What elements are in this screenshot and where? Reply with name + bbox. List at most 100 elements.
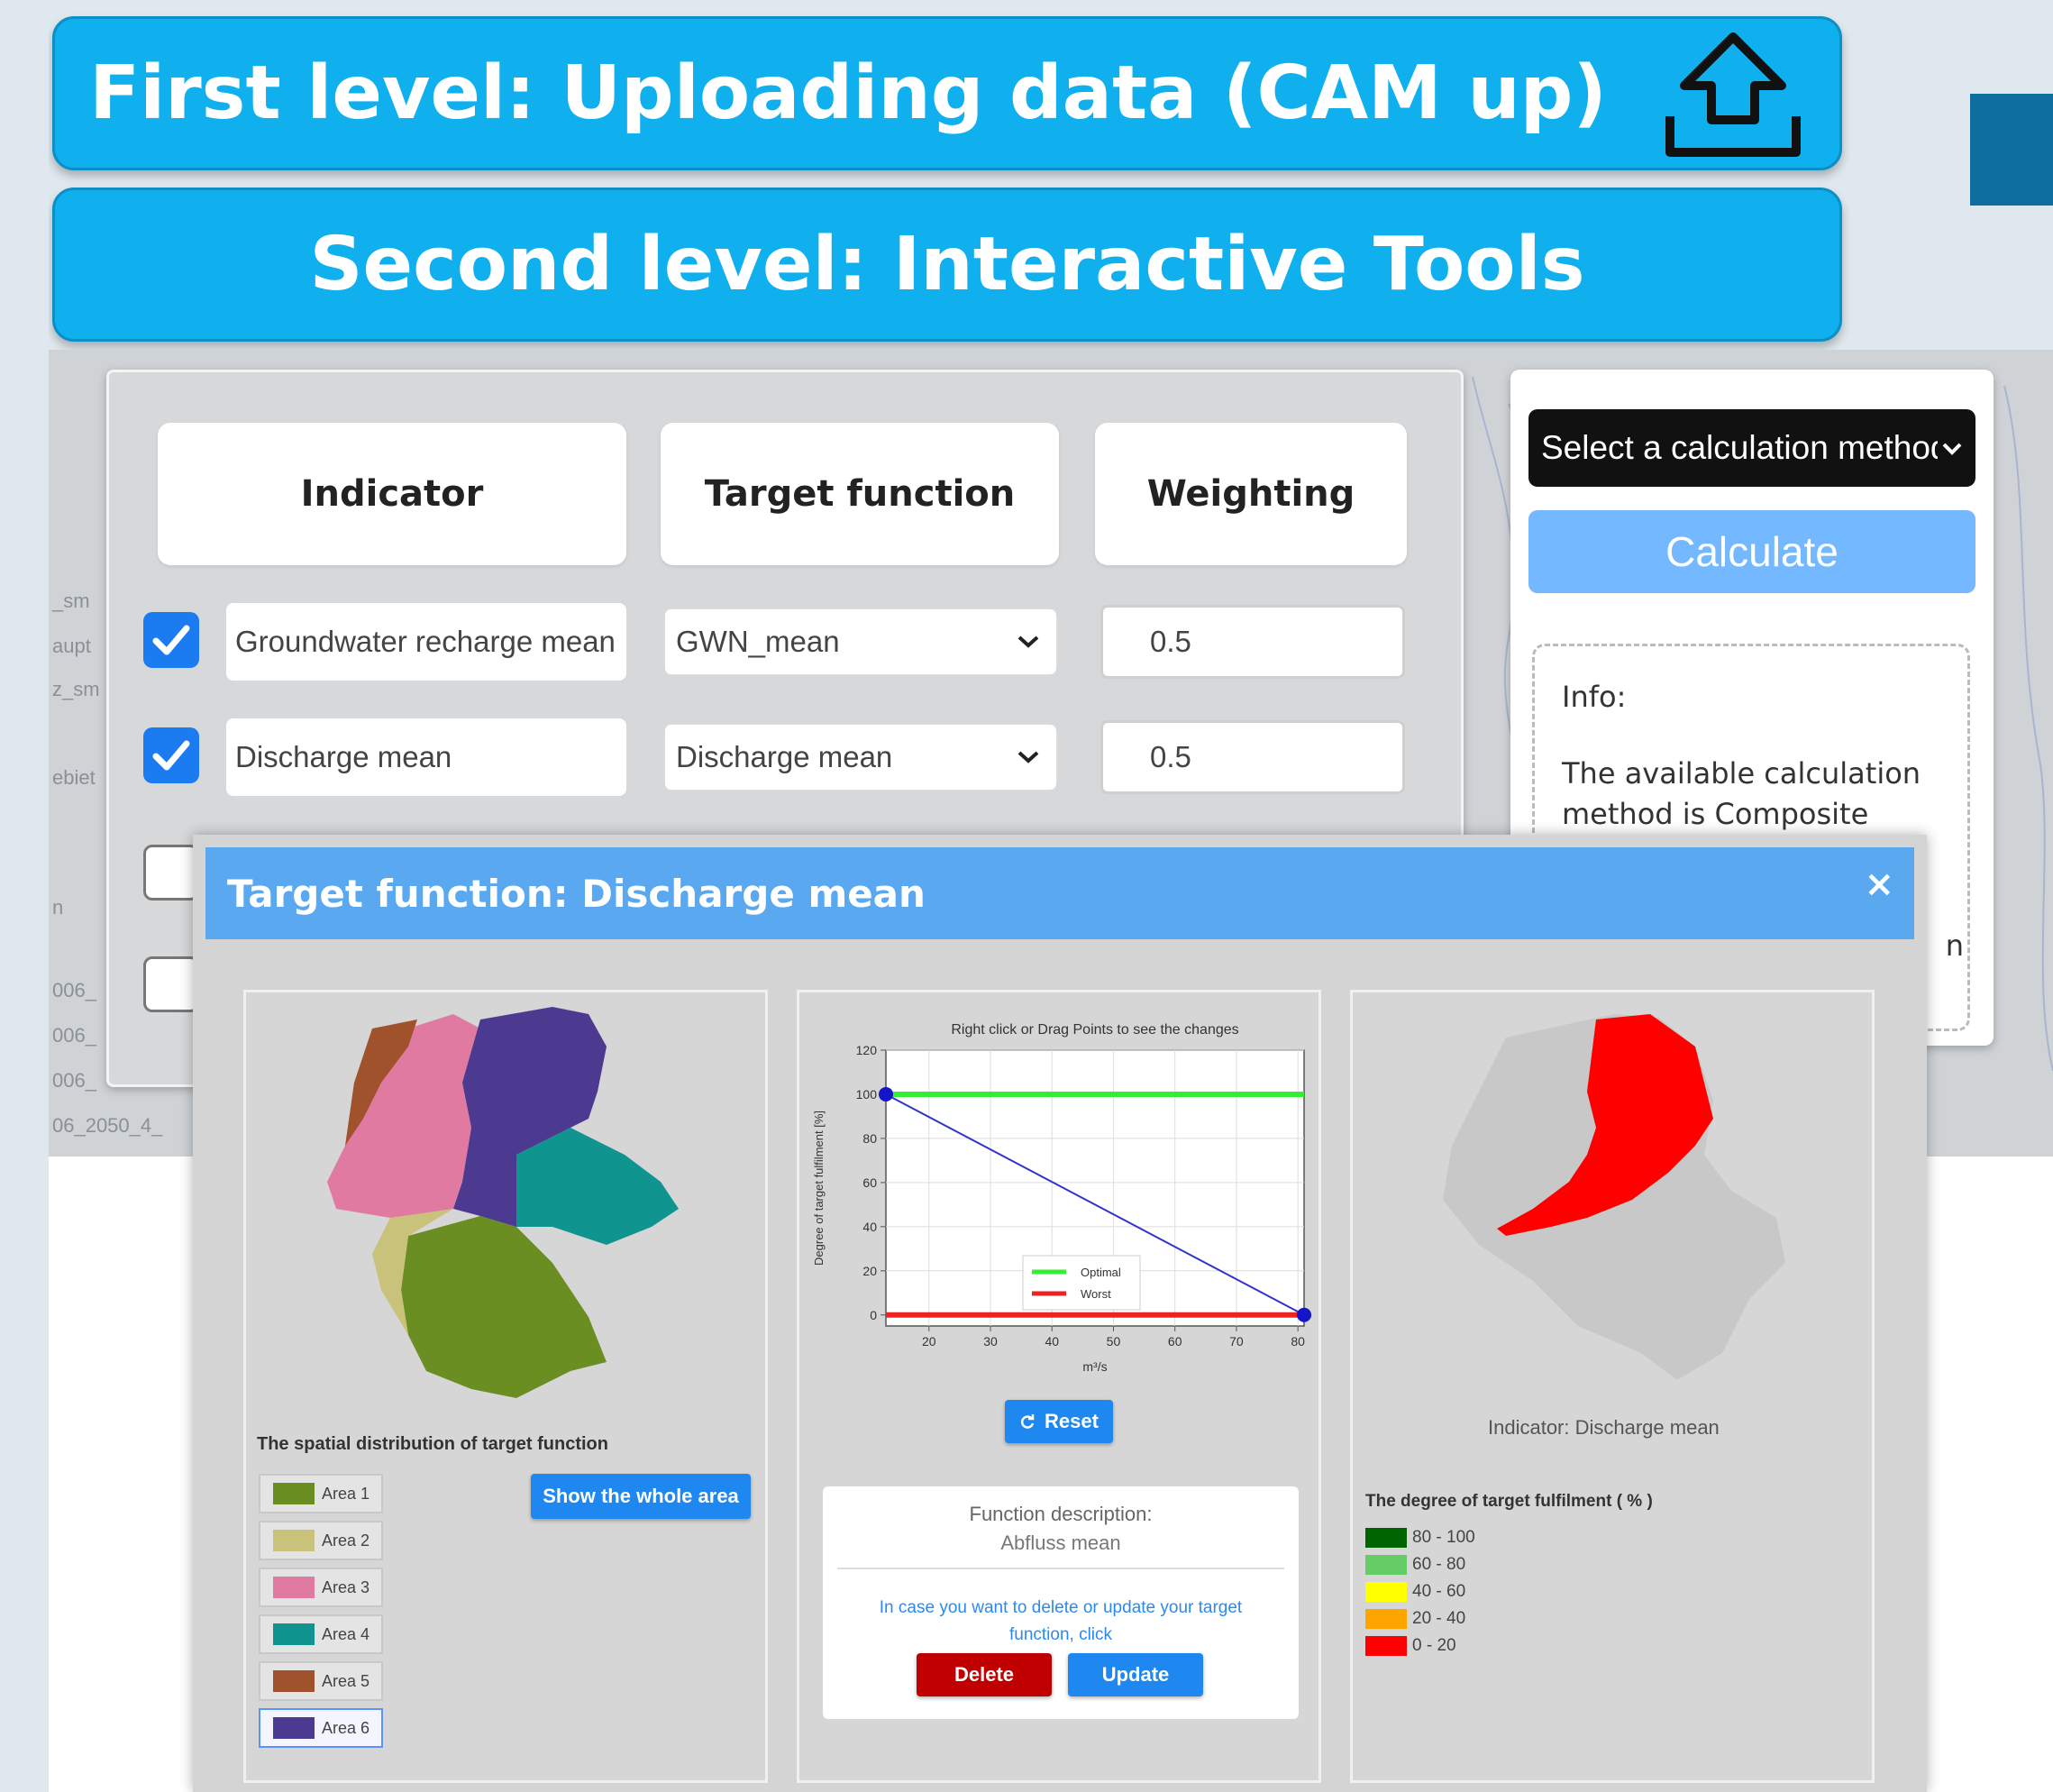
target-function-chart[interactable]: 20 30 40 50 60 70 80 0 20 40 60 80 100 120 Right click… xyxy=(799,992,1318,1371)
map-label: n xyxy=(52,896,64,919)
y-tick-label: 120 xyxy=(856,1043,878,1057)
refresh-icon xyxy=(1021,1414,1035,1429)
calculation-method-value: Select a calculation method xyxy=(1541,429,1938,466)
close-icon[interactable]: × xyxy=(1864,864,1894,905)
weighting-header: Weighting xyxy=(1095,423,1407,565)
legend-label: Area 1 xyxy=(322,1484,370,1503)
drag-point xyxy=(879,1086,893,1102)
legend-area-2[interactable]: Area 2 xyxy=(259,1521,383,1560)
target-function-chart-card: 20 30 40 50 60 70 80 0 20 40 60 80 100 120 Right click… xyxy=(797,990,1321,1783)
row1-target-value: GWN_mean xyxy=(676,625,840,658)
row2-weight-input[interactable]: 0.5 xyxy=(1100,720,1405,794)
row2-target-select[interactable]: Discharge mean xyxy=(664,724,1057,791)
function-description-value: Abfluss mean xyxy=(1000,1531,1121,1554)
second-level-title: Second level: Interactive Tools xyxy=(309,222,1585,307)
x-tick-label: 80 xyxy=(1291,1334,1305,1349)
y-tick-label: 100 xyxy=(856,1087,878,1102)
indicator-label: Indicator: Discharge mean xyxy=(1488,1416,1720,1439)
row1-target-select[interactable]: GWN_mean xyxy=(664,608,1057,675)
second-level-banner[interactable]: Second level: Interactive Tools xyxy=(52,187,1842,342)
y-tick-label: 60 xyxy=(862,1175,877,1190)
calculate-button[interactable]: Calculate xyxy=(1528,510,1975,593)
legend-area-1[interactable]: Area 1 xyxy=(259,1474,383,1513)
check-icon xyxy=(152,740,190,771)
first-level-banner[interactable]: First level: Uploading data (CAM up) xyxy=(52,16,1842,170)
upload-icon xyxy=(1665,32,1801,157)
fulfilment-legend-title: The degree of target fulfilment ( % ) xyxy=(1365,1492,1653,1511)
legend-swatch xyxy=(273,1623,315,1645)
legend-area-3[interactable]: Area 3 xyxy=(259,1568,383,1607)
x-tick-label: 30 xyxy=(983,1334,998,1349)
legend-label: 40 - 60 xyxy=(1412,1582,1466,1601)
legend-label: Area 2 xyxy=(322,1531,370,1550)
legend-swatch xyxy=(273,1670,315,1692)
legend-swatch xyxy=(1365,1555,1407,1575)
modal-header: Target function: Discharge mean × xyxy=(205,847,1914,939)
x-tick-label: 40 xyxy=(1045,1334,1059,1349)
drag-point xyxy=(1297,1307,1311,1322)
x-tick-label: 70 xyxy=(1229,1334,1244,1349)
map-label: aupt xyxy=(52,635,91,657)
legend-box xyxy=(1022,1255,1141,1311)
function-note: In case you want to delete or update you… xyxy=(879,1598,1243,1644)
fulfilment-legend-item: 20 - 40 xyxy=(1365,1607,1465,1631)
info-title: Info: xyxy=(1562,680,1627,714)
map-label: 06_2050_4_ xyxy=(52,1114,163,1137)
row2-checkbox[interactable] xyxy=(143,727,199,783)
row1-weight-value: 0.5 xyxy=(1150,625,1191,658)
reset-button[interactable]: Reset xyxy=(1005,1400,1113,1443)
legend-label: 60 - 80 xyxy=(1412,1555,1466,1574)
legend-swatch xyxy=(1365,1582,1407,1602)
row1-weight-input[interactable]: 0.5 xyxy=(1100,605,1405,679)
legend-label: Optimal xyxy=(1081,1266,1121,1279)
fulfilment-legend-item: 80 - 100 xyxy=(1365,1526,1475,1550)
map-label: _sm xyxy=(52,590,90,612)
area-map xyxy=(327,1007,679,1398)
spatial-distribution-card: The spatial distribution of target funct… xyxy=(243,990,768,1783)
function-description-box: Function description: Abfluss mean In ca… xyxy=(823,1486,1299,1719)
legend-area-6[interactable]: Area 6 xyxy=(259,1708,383,1748)
target-function-header: Target function xyxy=(661,423,1059,565)
y-tick-label: 0 xyxy=(870,1308,877,1322)
x-tick-label: 60 xyxy=(1168,1334,1182,1349)
row2-target-value: Discharge mean xyxy=(676,740,893,773)
row1-indicator-value: Groundwater recharge mean xyxy=(235,625,616,658)
chevron-down-icon xyxy=(1017,751,1039,763)
legend-swatch xyxy=(273,1530,315,1551)
legend-swatch xyxy=(1365,1528,1407,1548)
legend-area-4[interactable]: Area 4 xyxy=(259,1614,383,1654)
legend-label: Worst xyxy=(1081,1287,1111,1301)
legend-swatch xyxy=(1365,1636,1407,1656)
show-whole-area-button[interactable]: Show the whole area xyxy=(531,1474,751,1519)
indicator-header: Indicator xyxy=(158,423,626,565)
legend-swatch xyxy=(273,1717,315,1739)
chevron-down-icon xyxy=(1017,635,1039,648)
calculation-method-select[interactable]: Select a calculation method xyxy=(1528,409,1975,487)
modal-title: Target function: Discharge mean xyxy=(227,871,926,916)
spatial-caption: The spatial distribution of target funct… xyxy=(257,1434,608,1454)
x-axis-label: m³/s xyxy=(1082,1359,1107,1371)
divider xyxy=(837,1568,1284,1569)
delete-button[interactable]: Delete xyxy=(917,1653,1052,1696)
map-label: z_sm xyxy=(52,678,100,700)
legend-label: Area 5 xyxy=(322,1671,370,1690)
map-label: ebiet xyxy=(52,766,96,789)
y-axis-label: Degree of target fulfilment [%] xyxy=(812,1111,826,1266)
row2-indicator-field[interactable]: Discharge mean xyxy=(226,718,626,796)
legend-area-5[interactable]: Area 5 xyxy=(259,1661,383,1701)
row1-checkbox[interactable] xyxy=(143,612,199,668)
result-map-card: Indicator: Discharge mean The degree of … xyxy=(1350,990,1875,1783)
y-tick-label: 20 xyxy=(862,1264,877,1278)
row3-checkbox[interactable] xyxy=(143,845,199,901)
update-button[interactable]: Update xyxy=(1068,1653,1203,1696)
first-level-title: First level: Uploading data (CAM up) xyxy=(89,50,1607,136)
row4-checkbox[interactable] xyxy=(143,956,199,1012)
reset-label: Reset xyxy=(1045,1410,1099,1432)
legend-label: Area 6 xyxy=(322,1718,370,1737)
map-label: 006_ xyxy=(52,1069,96,1092)
row1-indicator-field[interactable]: Groundwater recharge mean xyxy=(226,603,626,681)
y-tick-label: 80 xyxy=(862,1131,877,1146)
area-4-region xyxy=(516,1128,679,1245)
legend-swatch xyxy=(1365,1609,1407,1629)
fulfilment-legend-item: 0 - 20 xyxy=(1365,1634,1456,1658)
